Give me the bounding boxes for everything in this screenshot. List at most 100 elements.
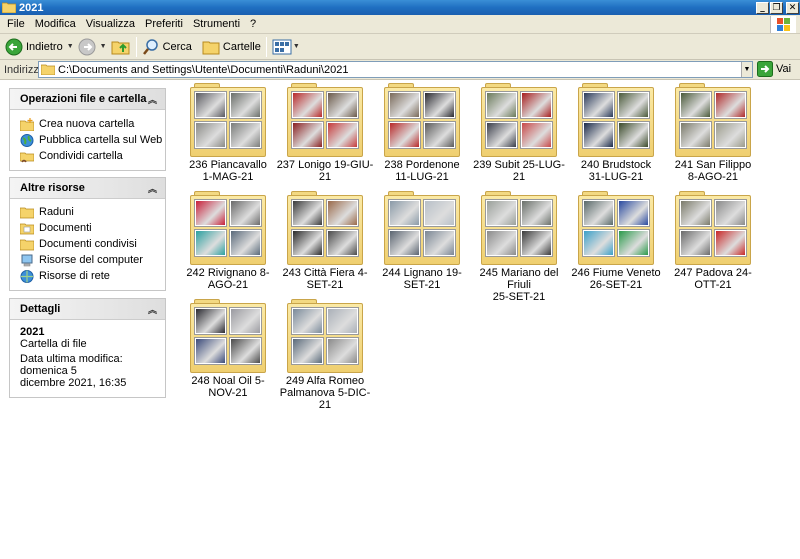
task-new-folder[interactable]: Crea nuova cartella	[20, 116, 165, 132]
folders-icon	[202, 41, 220, 54]
collapse-icon[interactable]: ︽	[148, 303, 157, 316]
minimize-button[interactable]: _	[756, 1, 769, 14]
chevron-down-icon[interactable]: ▼	[100, 43, 107, 50]
folder-item[interactable]: 240 Brudstock 31-LUG-21	[567, 83, 665, 183]
photo-thumbnail	[195, 338, 226, 364]
photo-thumbnail	[327, 230, 358, 256]
folder-item[interactable]: 245 Mariano del Friuli 25-SET-21	[470, 191, 568, 303]
chevron-down-icon[interactable]: ▼	[67, 43, 74, 50]
photo-thumbnail	[618, 92, 649, 118]
folder-item[interactable]: 241 San Filippo 8-AGO-21	[664, 83, 762, 183]
place-documenti[interactable]: Documenti	[20, 220, 165, 236]
folder-label-line1: 239 Subit 25-LUG-21	[473, 159, 565, 183]
folders-button[interactable]: Cartelle	[200, 36, 263, 58]
file-tasks-header[interactable]: Operazioni file e cartella ︽	[10, 89, 165, 110]
photo-thumbnail	[715, 200, 746, 226]
photo-thumbnail	[389, 200, 420, 226]
up-folder-button[interactable]	[109, 36, 133, 58]
photo-thumbnail	[327, 200, 358, 226]
photo-thumbnail	[292, 200, 323, 226]
title-bar: 2021 _ ❐ ✕	[0, 0, 800, 15]
menu-help[interactable]: ?	[245, 18, 261, 30]
details-header[interactable]: Dettagli ︽	[10, 299, 165, 320]
folder-label: 246 Fiume Veneto 26-SET-21	[567, 267, 665, 291]
shared-documents-icon	[20, 239, 34, 250]
folder-label-line1: 248 Noal Oil 5-NOV-21	[191, 375, 265, 399]
shared-folder-icon	[20, 152, 34, 162]
place-risorse-rete[interactable]: Risorse di rete	[20, 268, 165, 284]
menu-file[interactable]: File	[0, 18, 30, 30]
folder-label: 242 Rivignano 8-AGO-21	[179, 267, 277, 291]
restore-button[interactable]: ❐	[770, 1, 783, 14]
menu-modifica[interactable]: Modifica	[30, 18, 81, 30]
photo-thumbnail	[583, 92, 614, 118]
collapse-icon[interactable]: ︽	[148, 182, 157, 195]
other-places-header[interactable]: Altre risorse ︽	[10, 178, 165, 199]
photo-thumbnail	[618, 230, 649, 256]
folder-item[interactable]: 242 Rivignano 8-AGO-21	[179, 191, 277, 291]
menu-visualizza[interactable]: Visualizza	[81, 18, 140, 30]
photo-thumbnail	[424, 122, 455, 148]
folder-view: 236 Piancavallo 1-MAG-21 237 Lonigo 19-GIU…	[176, 81, 800, 559]
go-button[interactable]: Vai	[757, 61, 791, 77]
back-button[interactable]: Indietro ▼	[3, 36, 76, 58]
folder-label-line2: 25-SET-21	[492, 291, 546, 303]
folder-label: 241 San Filippo 8-AGO-21	[664, 159, 762, 183]
place-raduni[interactable]: Raduni	[20, 204, 165, 220]
folder-label-line1: 241 San Filippo	[674, 159, 752, 171]
address-input[interactable]: C:\Documents and Settings\Utente\Documen…	[38, 61, 753, 78]
photo-thumbnail	[195, 200, 226, 226]
folder-thumbnail-icon	[190, 191, 266, 265]
close-button[interactable]: ✕	[786, 1, 799, 14]
folder-item[interactable]: 236 Piancavallo 1-MAG-21	[179, 83, 277, 183]
task-publish-web[interactable]: Pubblica cartella sul Web	[20, 132, 165, 148]
folder-item[interactable]: 248 Noal Oil 5-NOV-21	[179, 299, 277, 399]
folder-label: 244 Lignano 19-SET-21	[373, 267, 471, 291]
folder-label: 245 Mariano del Friuli 25-SET-21	[470, 267, 568, 303]
views-icon	[272, 39, 292, 54]
folder-thumbnail-icon	[675, 191, 751, 265]
photo-thumbnail	[486, 92, 517, 118]
folder-item[interactable]: 239 Subit 25-LUG-21	[470, 83, 568, 183]
photo-thumbnail	[583, 122, 614, 148]
photo-thumbnail	[292, 338, 323, 364]
photo-thumbnail	[389, 92, 420, 118]
place-label: Documenti condivisi	[39, 238, 137, 250]
details-name: 2021	[20, 326, 45, 338]
collapse-icon[interactable]: ︽	[148, 93, 157, 106]
place-risorse-computer[interactable]: Risorse del computer	[20, 252, 165, 268]
forward-button[interactable]: ▼	[76, 36, 109, 58]
panel-title: Dettagli	[20, 303, 61, 315]
folder-item[interactable]: 247 Padova 24-OTT-21	[664, 191, 762, 291]
folder-item[interactable]: 238 Pordenone 11-LUG-21	[373, 83, 471, 183]
folder-icon	[41, 64, 55, 75]
folder-label: 248 Noal Oil 5-NOV-21	[179, 375, 277, 399]
folder-item[interactable]: 246 Fiume Veneto 26-SET-21	[567, 191, 665, 291]
folder-item[interactable]: 243 Città Fiera 4-SET-21	[276, 191, 374, 291]
photo-thumbnail	[486, 122, 517, 148]
search-button[interactable]: Cerca	[140, 36, 194, 58]
folder-label-line1: 236 Piancavallo	[189, 159, 267, 171]
globe-icon	[20, 133, 34, 147]
folder-item[interactable]: 249 Alfa Romeo Palmanova 5-DIC-21	[276, 299, 374, 411]
chevron-down-icon[interactable]: ▼	[293, 43, 300, 50]
address-dropdown-button[interactable]: ▼	[741, 62, 752, 77]
go-label: Vai	[776, 63, 792, 75]
menu-strumenti[interactable]: Strumenti	[188, 18, 245, 30]
views-button[interactable]: ▼	[270, 36, 302, 58]
folder-item[interactable]: 237 Lonigo 19-GIU-21	[276, 83, 374, 183]
photo-thumbnail	[583, 200, 614, 226]
photo-thumbnail	[424, 200, 455, 226]
menu-bar: File Modifica Visualizza Preferiti Strum…	[0, 15, 800, 34]
folder-thumbnail-icon	[287, 83, 363, 157]
menu-preferiti[interactable]: Preferiti	[140, 18, 188, 30]
task-share-folder[interactable]: Condividi cartella	[20, 148, 165, 164]
place-documenti-condivisi[interactable]: Documenti condivisi	[20, 236, 165, 252]
windows-logo-icon	[770, 16, 796, 33]
toolbar: Indietro ▼ ▼ Cerca Cartelle ▼	[0, 34, 800, 60]
task-label: Condividi cartella	[39, 150, 123, 162]
folder-label: 237 Lonigo 19-GIU-21	[276, 159, 374, 183]
details-panel: Dettagli ︽ 2021 Cartella di file Data ul…	[9, 298, 166, 398]
photo-thumbnail	[680, 200, 711, 226]
folder-item[interactable]: 244 Lignano 19-SET-21	[373, 191, 471, 291]
